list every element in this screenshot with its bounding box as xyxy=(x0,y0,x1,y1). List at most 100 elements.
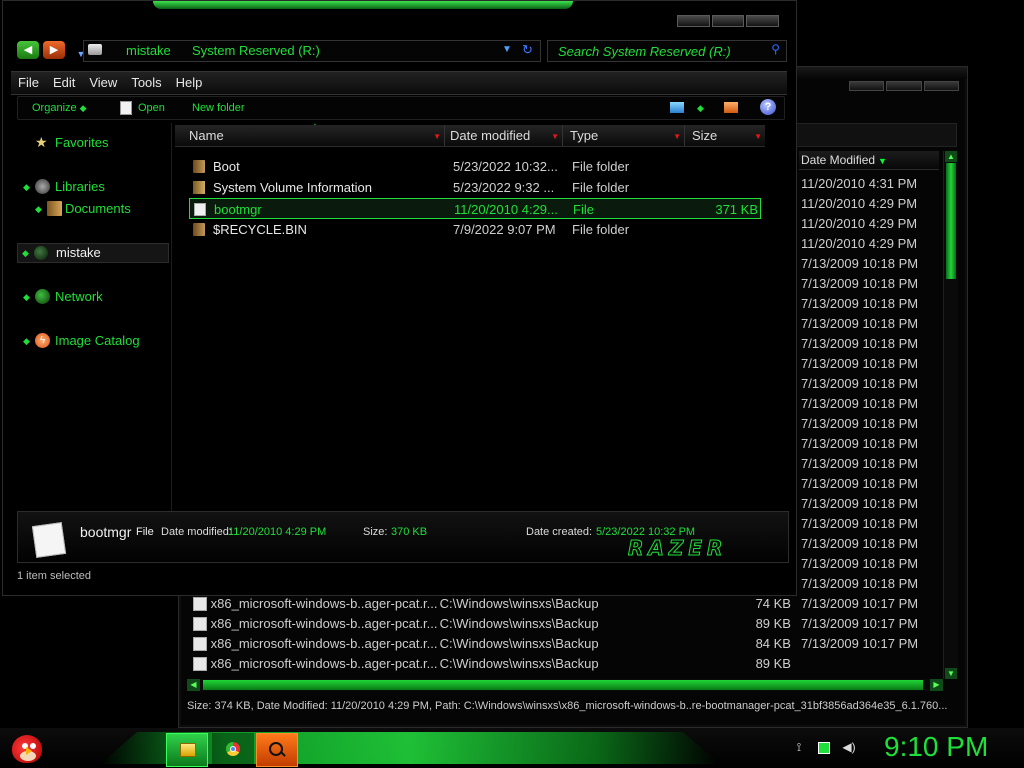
view-options-icon[interactable] xyxy=(670,102,684,113)
scroll-left-icon[interactable]: ◀ xyxy=(187,679,200,691)
taskbar-search-button[interactable] xyxy=(256,733,298,767)
minimize-button[interactable] xyxy=(677,15,710,27)
start-button[interactable] xyxy=(6,729,50,767)
volume-icon[interactable]: ◀) xyxy=(842,740,856,754)
nav-image-catalog-label: Image Catalog xyxy=(55,333,140,348)
nav-image-catalog[interactable]: ◆ ϟ Image Catalog xyxy=(23,333,140,348)
expand-icon[interactable]: ◆ xyxy=(35,204,42,215)
column-header-size[interactable]: Size ▼ xyxy=(689,125,765,146)
sort-dropdown-icon[interactable]: ▼ xyxy=(551,126,559,147)
taskbar-clock[interactable]: 9:10 PM xyxy=(884,731,988,763)
sort-dropdown-icon[interactable]: ▼ xyxy=(433,126,441,147)
search-input[interactable] xyxy=(556,42,760,60)
preview-pane-icon[interactable] xyxy=(724,102,738,113)
taskbar-chrome-button[interactable] xyxy=(212,733,254,767)
details-pane: bootmgr File Date modified: 11/20/2010 4… xyxy=(17,511,789,563)
file-row[interactable]: x86_microsoft-windows-b..ager-pcat.r... C… xyxy=(191,614,791,634)
nav-network[interactable]: ◆ Network xyxy=(23,289,103,304)
file-date: 7/9/2022 9:07 PM xyxy=(453,222,556,237)
nav-drive-label: mistake xyxy=(56,245,101,260)
back-file-list: x86_microsoft-windows-b..ager-pcat.r... C… xyxy=(191,594,791,674)
chevron-down-icon[interactable]: ▼ xyxy=(502,44,512,55)
chevron-down-icon: ◆ xyxy=(79,103,87,113)
refresh-icon[interactable]: ↻ xyxy=(522,42,533,58)
column-header-type[interactable]: Type ▼ xyxy=(567,125,685,146)
close-button[interactable] xyxy=(746,15,780,27)
menu-edit[interactable]: Edit xyxy=(46,72,82,94)
column-label: Type xyxy=(570,128,599,143)
nav-drive-mistake[interactable]: ◆ mistake xyxy=(17,243,169,263)
expand-icon[interactable]: ◆ xyxy=(23,182,30,193)
network-icon[interactable]: ⟟ xyxy=(792,740,806,754)
menu-tools[interactable]: Tools xyxy=(124,72,168,94)
drive-icon xyxy=(88,44,102,55)
column-header-date-modified[interactable]: Date modified ▼ xyxy=(447,125,563,146)
help-icon[interactable]: ? xyxy=(760,99,776,115)
nav-libraries[interactable]: ◆ Libraries xyxy=(23,179,105,194)
bird-beak xyxy=(26,747,32,755)
column-header-name[interactable]: Name ▼ xyxy=(175,125,445,146)
folder-icon xyxy=(193,223,205,236)
file-name: $RECYCLE.BIN xyxy=(213,222,307,237)
expand-icon[interactable]: ◆ xyxy=(23,336,30,347)
file-row[interactable]: System Volume Information 5/23/2022 9:32 … xyxy=(189,177,761,198)
date-cell: 7/13/2009 10:18 PM xyxy=(801,576,919,591)
file-row[interactable]: Boot 5/23/2022 10:32... File folder xyxy=(189,156,761,177)
file-type: File folder xyxy=(572,159,630,174)
new-folder-label: New folder xyxy=(192,102,245,114)
scroll-up-icon[interactable]: ▲ xyxy=(945,151,957,162)
back-button[interactable]: ◀ xyxy=(17,41,39,59)
file-row[interactable]: $RECYCLE.BIN 7/9/2022 9:07 PM File folder xyxy=(189,219,761,240)
scroll-down-icon[interactable]: ▼ xyxy=(945,668,957,679)
drive-icon xyxy=(34,246,48,260)
date-cell: 11/20/2010 4:31 PM xyxy=(801,176,918,191)
date-cell: 7/13/2009 10:18 PM xyxy=(801,436,919,451)
file-row[interactable]: x86_microsoft-windows-b..ager-pcat.r... C… xyxy=(191,654,791,674)
search-box[interactable]: ⚲ xyxy=(547,40,787,62)
scroll-right-icon[interactable]: ▶ xyxy=(930,679,943,691)
nav-documents[interactable]: ◆ Documents xyxy=(35,201,131,216)
scrollbar-thumb[interactable] xyxy=(203,680,923,690)
view-dropdown-icon[interactable]: ◆ xyxy=(694,97,704,119)
maximize-button[interactable] xyxy=(711,15,745,27)
expand-icon[interactable]: ◆ xyxy=(22,244,29,262)
sort-dropdown-icon[interactable]: ▼ xyxy=(754,126,762,147)
file-name: x86_microsoft-windows-b..ager-pcat.r... xyxy=(210,596,438,611)
expand-icon[interactable]: ◆ xyxy=(23,292,30,303)
file-icon xyxy=(120,101,132,116)
breadcrumb-mistake[interactable]: mistake xyxy=(126,43,171,58)
menu-view[interactable]: View xyxy=(82,72,124,94)
file-row[interactable]: x86_microsoft-windows-b..ager-pcat.r... C… xyxy=(191,594,791,614)
menu-file[interactable]: File xyxy=(11,72,46,94)
taskbar-explorer-button[interactable] xyxy=(166,733,208,767)
file-row[interactable]: bootmgr 11/20/2010 4:29... File 371 KB xyxy=(189,198,761,219)
sort-dropdown-icon[interactable]: ▼ xyxy=(673,126,681,147)
address-bar[interactable]: mistake System Reserved (R:) ▼ ↻ xyxy=(83,40,541,62)
file-path: C:\Windows\winsxs\Backup xyxy=(439,636,599,651)
open-button[interactable]: Open xyxy=(120,97,165,119)
file-size: 74 KB xyxy=(755,596,791,611)
scrollbar-thumb[interactable] xyxy=(946,163,956,279)
vertical-scrollbar[interactable]: ▲ ▼ xyxy=(943,151,958,679)
column-header-date-modified[interactable]: Date Modified ▼ xyxy=(799,151,939,170)
file-name: System Volume Information xyxy=(213,180,372,195)
back-window-search-strip[interactable] xyxy=(779,123,957,147)
minimize-button[interactable] xyxy=(849,81,885,91)
nav-favorites[interactable]: ★ Favorites xyxy=(35,135,108,151)
file-icon xyxy=(193,617,207,631)
close-button[interactable] xyxy=(923,81,959,91)
organize-button[interactable]: Organize ◆ xyxy=(32,97,87,119)
horizontal-scrollbar[interactable]: ◀ ▶ xyxy=(187,679,943,691)
file-type: File folder xyxy=(572,222,630,237)
maximize-button[interactable] xyxy=(886,81,922,91)
new-folder-button[interactable]: New folder xyxy=(192,97,245,119)
search-icon[interactable]: ⚲ xyxy=(771,42,780,56)
menu-help[interactable]: Help xyxy=(169,72,210,94)
file-icon xyxy=(193,637,207,651)
breadcrumb-drive[interactable]: System Reserved (R:) xyxy=(192,43,320,58)
explorer-window[interactable]: ◀ ▶ ▼ mistake System Reserved (R:) ▼ ↻ ⚲… xyxy=(2,0,797,596)
forward-button[interactable]: ▶ xyxy=(43,41,65,59)
action-center-icon[interactable] xyxy=(818,742,830,754)
date-cell: 11/20/2010 4:29 PM xyxy=(801,196,918,211)
file-row[interactable]: x86_microsoft-windows-b..ager-pcat.r... C… xyxy=(191,634,791,654)
